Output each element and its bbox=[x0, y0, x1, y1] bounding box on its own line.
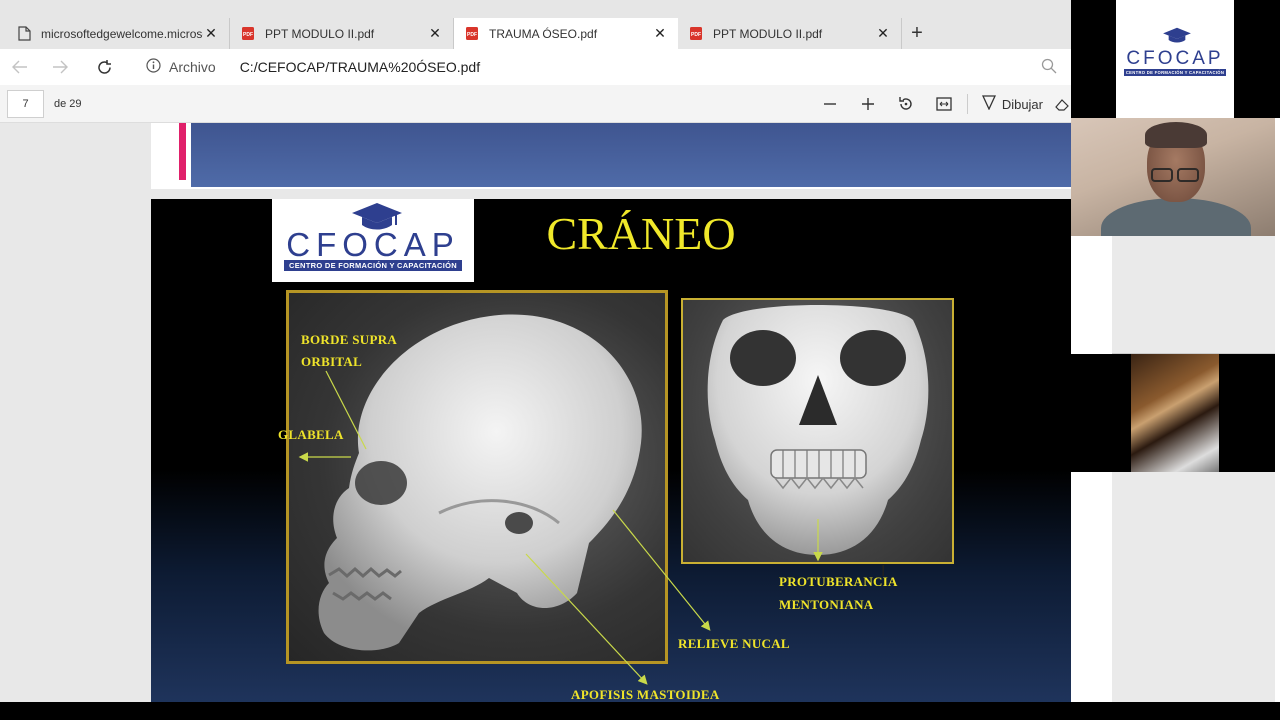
label-borde-supra: BORDE SUPRA bbox=[301, 332, 398, 347]
search-icon[interactable] bbox=[1041, 58, 1057, 79]
zoom-in-icon[interactable] bbox=[849, 85, 887, 123]
side-cfocap-logo: CFOCAP CENTRO DE FORMACIÓN Y CAPACITACIÓ… bbox=[1116, 0, 1234, 118]
rotate-icon[interactable] bbox=[887, 85, 925, 123]
glasses-right-lens bbox=[1177, 168, 1199, 182]
page-total: de 29 bbox=[54, 97, 82, 110]
bottom-bar bbox=[0, 702, 1280, 720]
address-bar: Archivo C:/CEFOCAP/TRAUMA%20ÓSEO.pdf bbox=[0, 49, 1071, 85]
close-icon[interactable]: ✕ bbox=[427, 25, 443, 42]
participant-camera-feed bbox=[1131, 354, 1219, 472]
label-orbital: ORBITAL bbox=[301, 354, 363, 369]
side-logo-area: CFOCAP CENTRO DE FORMACIÓN Y CAPACITACIÓ… bbox=[1071, 0, 1280, 118]
participant-video-empty[interactable] bbox=[1112, 236, 1275, 354]
draw-icon bbox=[981, 95, 996, 113]
logo-subtitle: CENTRO DE FORMACIÓN Y CAPACITACIÓN bbox=[284, 260, 462, 271]
graduation-cap-icon bbox=[1163, 27, 1191, 43]
slide-craneo: CFOCAP CENTRO DE FORMACIÓN Y CAPACITACIÓ… bbox=[151, 199, 1112, 703]
cfocap-logo: CFOCAP CENTRO DE FORMACIÓN Y CAPACITACIÓ… bbox=[272, 199, 474, 282]
side-logo-subtitle: CENTRO DE FORMACIÓN Y CAPACITACIÓN bbox=[1123, 68, 1227, 76]
tab-label: PPT MODULO II.pdf bbox=[265, 26, 375, 41]
skull-frontal-drawing bbox=[707, 305, 929, 555]
back-icon[interactable] bbox=[0, 49, 40, 85]
label-glabela: GLABELA bbox=[278, 427, 344, 442]
reload-icon[interactable] bbox=[84, 49, 124, 85]
participant-video[interactable] bbox=[1071, 354, 1275, 472]
label-apofisis-mastoidea: APOFISIS MASTOIDEA bbox=[571, 687, 720, 702]
label-relieve-nucal: RELIEVE NUCAL bbox=[678, 636, 790, 651]
pdf-icon: PDF bbox=[688, 26, 704, 42]
label-protuberancia: PROTUBERANCIA bbox=[779, 574, 898, 589]
new-tab-icon[interactable]: + bbox=[902, 18, 932, 49]
pdf-icon: PDF bbox=[464, 26, 480, 42]
label-mentoniana: MENTONIANA bbox=[779, 597, 874, 612]
close-icon[interactable]: ✕ bbox=[652, 25, 668, 42]
address-url[interactable]: C:/CEFOCAP/TRAUMA%20ÓSEO.pdf bbox=[240, 59, 480, 75]
previous-slide bbox=[151, 123, 1112, 189]
close-icon[interactable]: ✕ bbox=[875, 25, 891, 42]
tab-ppt-modulo-ii-2[interactable]: PDF PPT MODULO II.pdf ✕ bbox=[678, 18, 902, 49]
tab-label: TRAUMA ÓSEO.pdf bbox=[489, 26, 598, 41]
close-icon[interactable]: ✕ bbox=[203, 25, 219, 42]
page-icon bbox=[16, 26, 32, 42]
svg-text:PDF: PDF bbox=[243, 32, 253, 38]
pdf-icon: PDF bbox=[240, 26, 256, 42]
text-cursor-icon: I bbox=[881, 563, 886, 580]
svg-text:PDF: PDF bbox=[691, 32, 701, 38]
slide-accent-bar bbox=[179, 123, 186, 180]
svg-text:PDF: PDF bbox=[467, 32, 477, 38]
slide-title: CRÁNEO bbox=[546, 208, 736, 259]
zoom-out-icon[interactable] bbox=[811, 85, 849, 123]
site-info[interactable]: Archivo bbox=[146, 58, 216, 76]
tab-ppt-modulo-ii[interactable]: PDF PPT MODULO II.pdf ✕ bbox=[230, 18, 454, 49]
tab-label: microsoftedgewelcome.microsoft.com bbox=[41, 26, 203, 41]
site-info-label: Archivo bbox=[169, 59, 216, 75]
pdf-toolbar: 7 de 29 Dibujar bbox=[0, 85, 1071, 123]
skull-frontal-image bbox=[681, 298, 954, 564]
tab-trauma-oseo[interactable]: PDF TRAUMA ÓSEO.pdf ✕ bbox=[454, 18, 678, 49]
presenter-video[interactable] bbox=[1071, 118, 1275, 236]
presenter-shoulders bbox=[1101, 198, 1251, 236]
pdf-viewer[interactable]: CFOCAP CENTRO DE FORMACIÓN Y CAPACITACIÓ… bbox=[0, 123, 1112, 703]
presenter-hair bbox=[1145, 122, 1207, 148]
tab-label: PPT MODULO II.pdf bbox=[713, 26, 823, 41]
page-number-input[interactable]: 7 bbox=[7, 89, 44, 118]
logo-word: CFOCAP bbox=[286, 226, 460, 263]
tab-bar: microsoftedgewelcome.microsoft.com ✕ PDF… bbox=[0, 0, 1071, 49]
draw-label: Dibujar bbox=[1001, 96, 1043, 112]
forward-icon[interactable] bbox=[40, 49, 80, 85]
eraser-icon[interactable] bbox=[1053, 85, 1071, 123]
info-icon bbox=[146, 58, 161, 76]
tab-edge-welcome[interactable]: microsoftedgewelcome.microsoft.com ✕ bbox=[6, 18, 230, 49]
draw-button[interactable]: Dibujar bbox=[972, 95, 1053, 113]
graduation-cap-icon bbox=[352, 203, 402, 230]
participant-list-area bbox=[1112, 472, 1275, 702]
glasses-left-lens bbox=[1151, 168, 1173, 182]
toolbar-divider bbox=[966, 94, 968, 114]
fit-page-icon[interactable] bbox=[925, 85, 963, 123]
side-logo-word: CFOCAP bbox=[1126, 47, 1224, 69]
